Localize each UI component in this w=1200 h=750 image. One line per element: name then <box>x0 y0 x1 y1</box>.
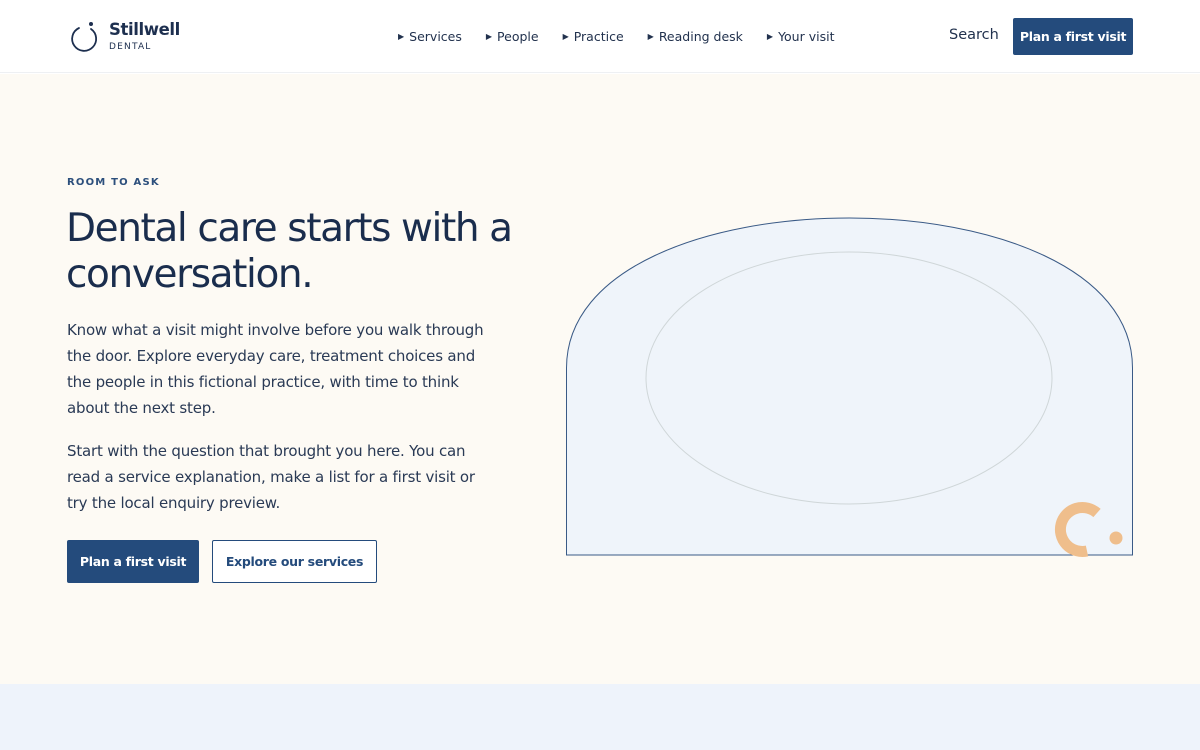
caret-right-icon: ▶ <box>485 32 493 41</box>
hero-illustration <box>566 217 1133 557</box>
nav-item-label: People <box>497 29 539 44</box>
next-section-band <box>0 684 1200 750</box>
nav-item-label: Practice <box>573 29 624 44</box>
logo-mark-icon <box>71 22 98 52</box>
caret-right-icon: ▶ <box>562 32 569 41</box>
nav-item-services[interactable]: ▶ Services <box>398 29 462 44</box>
caret-right-icon: ▶ <box>766 32 774 41</box>
hero-eyebrow: ROOM TO ASK <box>67 177 160 188</box>
search-link[interactable]: Search <box>949 27 999 44</box>
hero-paragraph-1: Know what a visit might involve before y… <box>67 321 484 417</box>
hero-paragraph-2: Start with the question that brought you… <box>67 442 475 512</box>
caret-right-icon: ▶ <box>398 32 405 41</box>
brand-subtitle: DENTAL <box>109 42 152 52</box>
nav-item-label: Your visit <box>778 29 835 44</box>
nav-item-reading-desk[interactable]: ▶ Reading desk <box>648 29 743 44</box>
nav-item-label: Reading desk <box>658 29 743 44</box>
nav-item-practice[interactable]: ▶ Practice <box>563 29 624 44</box>
site-header: Stillwell DENTAL ▶ Services ▶ People ▶ Prac… <box>0 0 1200 73</box>
brand-name: Stillwell <box>109 20 180 39</box>
header-plan-visit-button[interactable]: Plan a first visit <box>1013 18 1133 55</box>
nav-item-people[interactable]: ▶ People <box>486 29 539 44</box>
nav-item-label: Services <box>409 29 462 44</box>
brand-logo[interactable]: Stillwell DENTAL <box>67 20 180 54</box>
caret-right-icon: ▶ <box>647 32 654 41</box>
plan-first-visit-button[interactable]: Plan a first visit <box>67 540 199 583</box>
peach-dot <box>1109 531 1123 545</box>
explore-services-button[interactable]: Explore our services <box>212 540 377 583</box>
hero-title: Dental care starts with a conversation. <box>66 206 513 297</box>
main-nav: ▶ Services ▶ People ▶ Practice ▶ Reading des… <box>398 29 858 44</box>
nav-item-your-visit[interactable]: ▶ Your visit <box>767 29 835 44</box>
